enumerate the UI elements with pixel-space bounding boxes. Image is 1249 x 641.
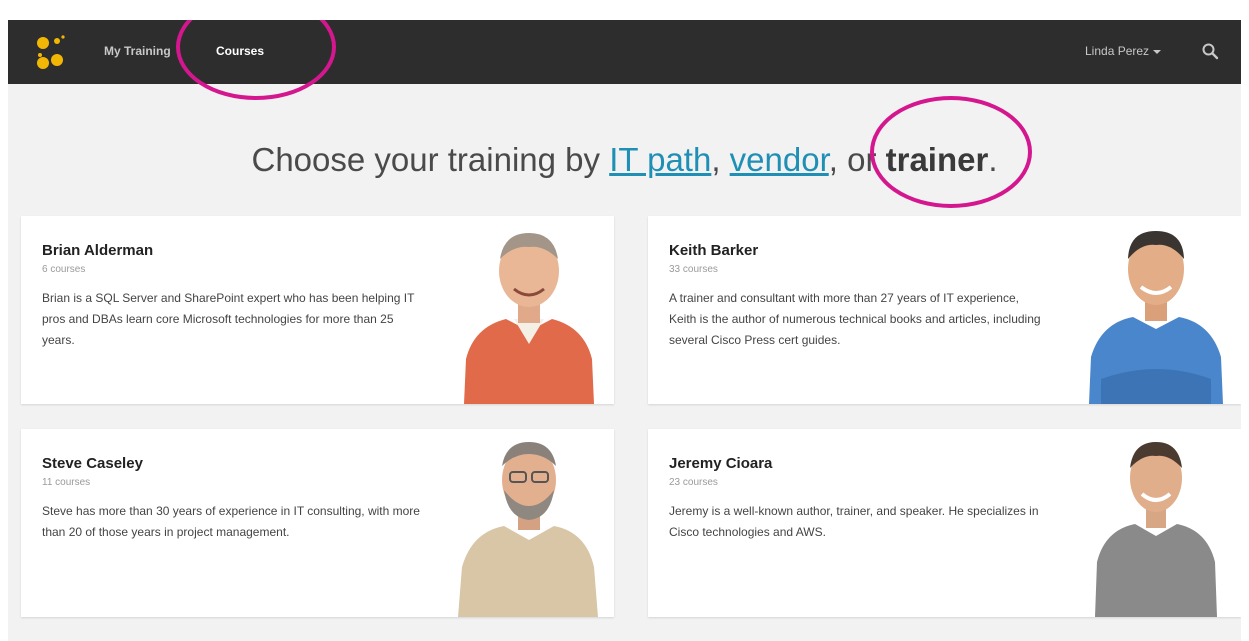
trainer-bio: Jeremy is a well-known author, trainer, … — [669, 504, 1039, 539]
page-headline: Choose your training by IT path, vendor,… — [8, 141, 1241, 179]
caret-down-icon — [1153, 49, 1162, 54]
headline-prefix: Choose your training by — [251, 141, 610, 178]
it-path-link[interactable]: IT path — [609, 141, 711, 178]
trainer-name[interactable]: Brian Alderman — [42, 242, 153, 259]
trainer-photo — [458, 442, 598, 617]
trainer-bio: Steve has more than 30 years of experien… — [42, 504, 420, 539]
trainer-photo — [464, 233, 594, 404]
trainer-photo — [1095, 442, 1217, 617]
user-name: Linda Perez — [1085, 44, 1150, 58]
trainer-course-count: 33 courses — [669, 264, 718, 275]
search-icon[interactable] — [1201, 42, 1219, 60]
page: My Training Courses Linda Perez Choose y… — [8, 20, 1241, 641]
trainer-card[interactable]: Jeremy Cioara 23 courses Jeremy is a wel… — [648, 429, 1241, 617]
trainer-photo — [1089, 231, 1223, 404]
trainer-card[interactable]: Keith Barker 33 courses A trainer and co… — [648, 216, 1241, 404]
trainer-name[interactable]: Steve Caseley — [42, 455, 143, 472]
logo-icon[interactable] — [30, 32, 70, 72]
trainer-course-count: 11 courses — [42, 477, 91, 488]
nav-my-training[interactable]: My Training — [104, 44, 171, 58]
annotation-circle-courses — [176, 20, 336, 100]
trainer-name[interactable]: Keith Barker — [669, 242, 758, 259]
trainer-course-count: 6 courses — [42, 264, 86, 275]
trainer-bio: A trainer and consultant with more than … — [669, 291, 1041, 347]
vendor-link[interactable]: vendor — [730, 141, 829, 178]
headline-separator: , — [711, 141, 730, 178]
trainer-card[interactable]: Brian Alderman 6 courses Brian is a SQL … — [21, 216, 614, 404]
trainer-name[interactable]: Jeremy Cioara — [669, 455, 772, 472]
trainer-course-count: 23 courses — [669, 477, 718, 488]
user-menu[interactable]: Linda Perez — [1085, 44, 1162, 58]
trainer-card[interactable]: Steve Caseley 11 courses Steve has more … — [21, 429, 614, 617]
trainer-bio: Brian is a SQL Server and SharePoint exp… — [42, 291, 415, 347]
annotation-circle-trainer — [870, 96, 1032, 208]
